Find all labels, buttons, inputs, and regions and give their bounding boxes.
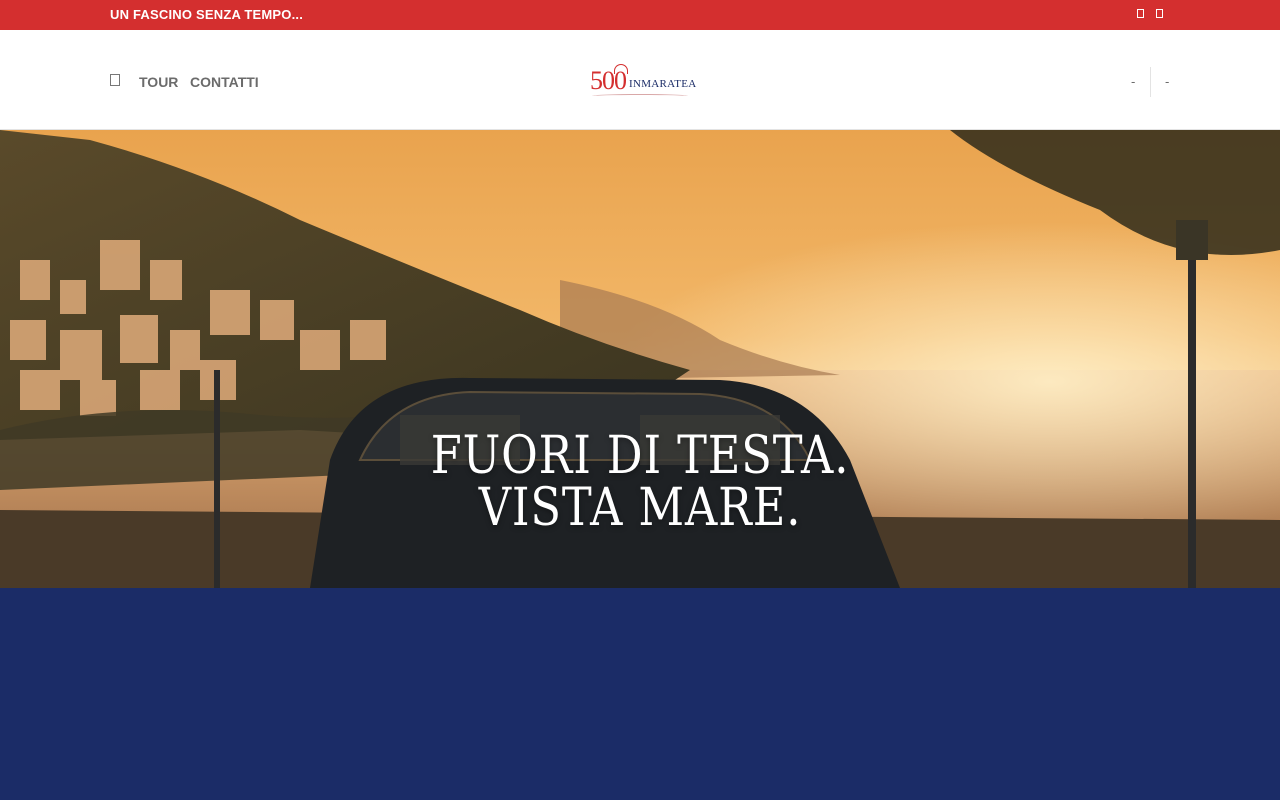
hero-title: FUORI DI TESTA. VISTA MARE. (0, 430, 1280, 534)
logo-number: 500 (590, 66, 627, 95)
hero-banner: FUORI DI TESTA. VISTA MARE. (0, 130, 1280, 588)
divider (1150, 67, 1151, 97)
nav-link-tour[interactable]: TOUR (139, 74, 178, 90)
home-icon[interactable] (110, 74, 120, 86)
top-bar: UN FASCINO SENZA TEMPO... (0, 0, 1280, 30)
site-logo[interactable]: 500 INMARATEA (588, 64, 696, 100)
logo-word: INMARATEA (629, 78, 697, 90)
site-header: TOUR CONTATTI 500 INMARATEA - - (0, 30, 1280, 130)
hero-title-line-2: VISTA MARE. (478, 478, 802, 538)
hero-title-line-1: FUORI DI TESTA. (430, 426, 850, 486)
header-right-item[interactable]: - (1165, 74, 1169, 89)
content-band (0, 588, 1280, 800)
nav-link-contatti[interactable]: CONTATTI (190, 74, 259, 90)
social-icon[interactable] (1137, 9, 1144, 18)
header-right-item[interactable]: - (1131, 74, 1135, 89)
tagline: UN FASCINO SENZA TEMPO... (110, 7, 304, 22)
social-icon[interactable] (1156, 9, 1163, 18)
logo-swoosh (592, 94, 688, 98)
